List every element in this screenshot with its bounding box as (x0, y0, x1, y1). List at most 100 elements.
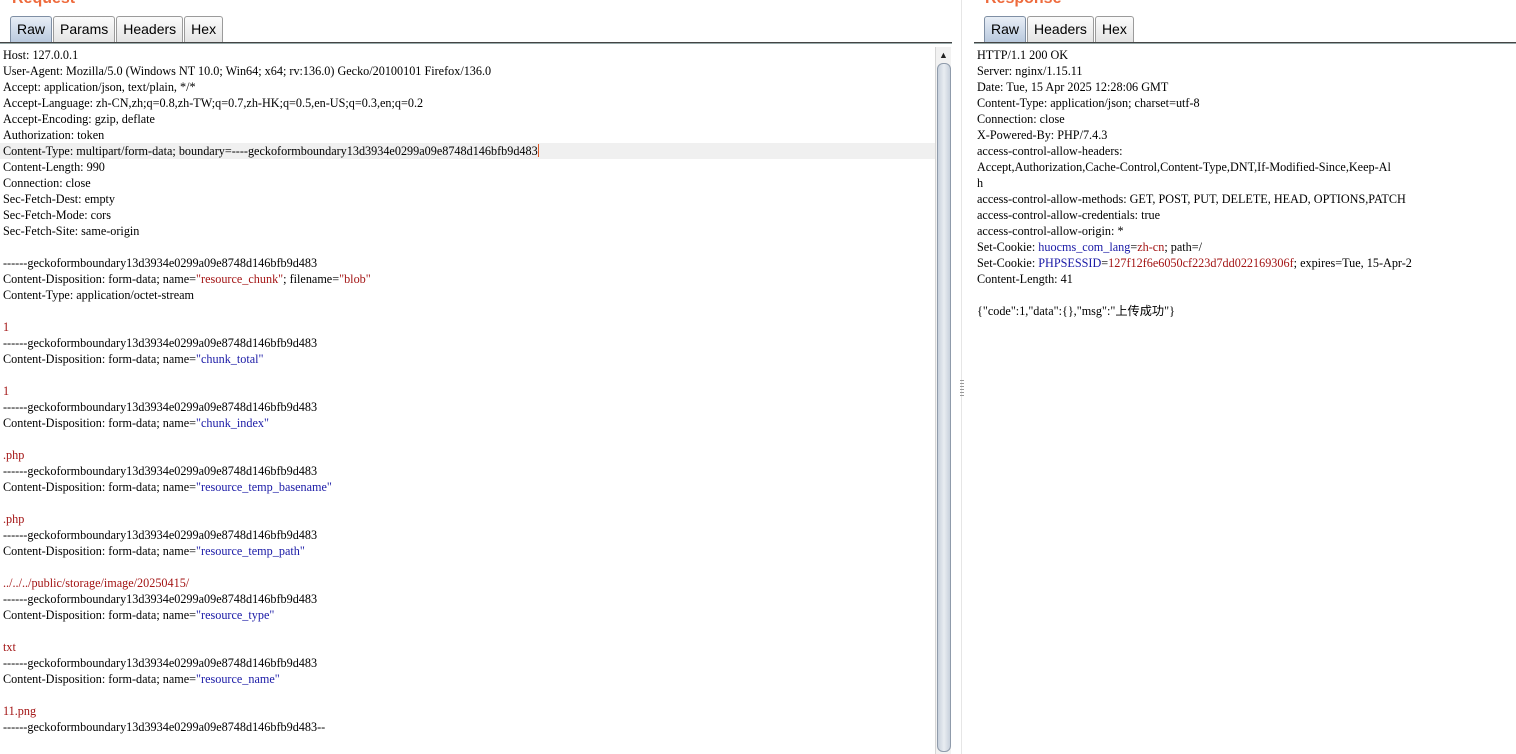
response-line: HTTP/1.1 200 OK (977, 47, 1516, 63)
request-line-segment: txt (3, 640, 16, 654)
response-pane: Response RawHeadersHex HTTP/1.1 200 OK Se… (974, 0, 1516, 754)
request-line-segment: Content-Disposition: form-data; name= (3, 416, 197, 430)
request-line-segment: ; filename= (283, 272, 340, 286)
request-line-segment: Accept-Encoding: gzip, deflate (3, 112, 155, 126)
response-line-segment: X-Powered-By: PHP/7.4.3 (977, 128, 1108, 142)
request-line-segment: 1 (3, 384, 10, 398)
request-line-segment: "chunk_total" (196, 352, 264, 366)
pane-splitter[interactable] (952, 0, 974, 754)
request-line-segment: Content-Disposition: form-data; name= (3, 672, 197, 686)
request-line: Content-Disposition: form-data; name="ch… (3, 351, 936, 367)
request-line-segment: ../../../public/storage/image/20250415/ (3, 576, 190, 590)
request-tab-params[interactable]: Params (53, 16, 116, 42)
request-tab-divider (0, 42, 952, 44)
response-line: X-Powered-By: PHP/7.4.3 (977, 127, 1516, 143)
request-line-segment: Content-Type: application/octet-stream (3, 288, 195, 302)
scroll-thumb[interactable] (937, 63, 951, 752)
request-line: .php (3, 447, 936, 463)
response-line: access-control-allow-methods: GET, POST,… (977, 191, 1516, 207)
response-line-segment: Date: Tue, 15 Apr 2025 12:28:06 GMT (977, 80, 1169, 94)
response-line-segment: Connection: close (977, 112, 1065, 126)
response-raw-viewer[interactable]: HTTP/1.1 200 OK Server: nginx/1.15.11 Date… (977, 47, 1516, 754)
response-tab-hex[interactable]: Hex (1094, 16, 1134, 42)
request-line: Content-Type: multipart/form-data; bound… (0, 143, 936, 159)
request-line: Accept: application/json, text/plain, */… (3, 79, 936, 95)
request-line-segment: "resource_temp_basename" (196, 480, 332, 494)
request-line-segment: Content-Disposition: form-data; name= (3, 544, 197, 558)
request-line: Sec-Fetch-Mode: cors (3, 207, 936, 223)
response-tab-headers[interactable]: Headers (1027, 16, 1094, 42)
request-line (3, 687, 936, 703)
request-line: ------geckoformboundary13d3934e0299a09e8… (3, 399, 936, 415)
request-line: ------geckoformboundary13d3934e0299a09e8… (3, 463, 936, 479)
response-line-segment: Set-Cookie: (977, 256, 1039, 270)
response-line: Content-Length: 41 (977, 271, 1516, 287)
request-line-segment: Content-Length: 990 (3, 160, 105, 174)
request-line-segment: Content-Disposition: form-data; name= (3, 608, 197, 622)
request-line: 1 (3, 319, 936, 335)
request-line-segment: "chunk_index" (196, 416, 269, 430)
splitter-line (961, 0, 962, 754)
request-line: 11.png (3, 703, 936, 719)
response-line-segment: Set-Cookie: (977, 240, 1039, 254)
request-line: Content-Disposition: form-data; name="re… (3, 271, 936, 287)
request-line: Content-Disposition: form-data; name="ch… (3, 415, 936, 431)
request-line-segment: ------geckoformboundary13d3934e0299a09e8… (3, 336, 318, 350)
response-line: Server: nginx/1.15.11 (977, 63, 1516, 79)
response-line: Set-Cookie: huocms_com_lang=zh-cn; path=… (977, 239, 1516, 255)
request-line-segment: .php (3, 448, 25, 462)
response-tab-raw[interactable]: Raw (984, 16, 1027, 42)
response-line: Date: Tue, 15 Apr 2025 12:28:06 GMT (977, 79, 1516, 95)
request-tab-raw[interactable]: Raw (10, 16, 53, 42)
request-line: .php (3, 511, 936, 527)
response-line: {"code":1,"data":{},"msg":"上传成功"} (977, 303, 1516, 319)
response-line: access-control-allow-origin: * (977, 223, 1516, 239)
request-line (3, 303, 936, 319)
request-line: ------geckoformboundary13d3934e0299a09e8… (3, 591, 936, 607)
request-line-segment: User-Agent: Mozilla/5.0 (Windows NT 10.0… (3, 64, 492, 78)
response-line-segment: access-control-allow-headers: (977, 144, 1123, 158)
request-line: ------geckoformboundary13d3934e0299a09e8… (3, 335, 936, 351)
request-line: Content-Disposition: form-data; name="re… (3, 671, 936, 687)
scroll-up-arrow-icon[interactable]: ▲ (939, 49, 948, 61)
response-line-segment: huocms_com_lang (1038, 240, 1131, 254)
request-line-segment: Content-Disposition: form-data; name= (3, 480, 197, 494)
splitter-grip-icon[interactable] (960, 380, 964, 398)
request-line-segment: ------geckoformboundary13d3934e0299a09e8… (3, 400, 318, 414)
request-scrollbar[interactable]: ▲ (935, 47, 951, 754)
request-tab-hex[interactable]: Hex (184, 16, 224, 42)
request-raw-editor[interactable]: Host: 127.0.0.1 User-Agent: Mozilla/5.0 (… (0, 47, 936, 754)
request-line: ../../../public/storage/image/20250415/ (3, 575, 936, 591)
request-line: txt (3, 639, 936, 655)
request-line-segment: Content-Disposition: form-data; name= (3, 272, 197, 286)
request-line-segment: "blob" (339, 272, 371, 286)
request-line: ------geckoformboundary13d3934e0299a09e8… (3, 655, 936, 671)
response-line-segment: {"code":1,"data":{},"msg":"上传成功"} (977, 304, 1175, 318)
request-line-segment: Content-Type: multipart/form-data; bound… (3, 144, 538, 158)
response-line-segment: h (977, 176, 984, 190)
request-tab-headers[interactable]: Headers (116, 16, 184, 42)
request-line-segment: Sec-Fetch-Site: same-origin (3, 224, 140, 238)
request-line: 1 (3, 383, 936, 399)
response-line: access-control-allow-credentials: true (977, 207, 1516, 223)
request-line: ------geckoformboundary13d3934e0299a09e8… (3, 527, 936, 543)
response-line: Content-Type: application/json; charset=… (977, 95, 1516, 111)
response-line (977, 287, 1516, 303)
response-line-segment: Accept,Authorization,Cache-Control,Conte… (977, 160, 1391, 174)
request-line (3, 431, 936, 447)
request-title: Request (12, 0, 75, 8)
request-line: User-Agent: Mozilla/5.0 (Windows NT 10.0… (3, 63, 936, 79)
response-line-segment: HTTP/1.1 200 OK (977, 48, 1069, 62)
request-line: Authorization: token (3, 127, 936, 143)
request-line: Content-Disposition: form-data; name="re… (3, 543, 936, 559)
request-line: Content-Type: application/octet-stream (3, 287, 936, 303)
request-line-segment: Content-Disposition: form-data; name= (3, 352, 197, 366)
response-line-segment: PHPSESSID (1038, 256, 1102, 270)
request-line: Host: 127.0.0.1 (3, 47, 936, 63)
request-line-segment: Connection: close (3, 176, 91, 190)
response-line-segment: Content-Type: application/json; charset=… (977, 96, 1200, 110)
request-line-segment: .php (3, 512, 25, 526)
request-line: ------geckoformboundary13d3934e0299a09e8… (3, 719, 936, 735)
response-line-segment: Server: nginx/1.15.11 (977, 64, 1083, 78)
request-line (3, 367, 936, 383)
